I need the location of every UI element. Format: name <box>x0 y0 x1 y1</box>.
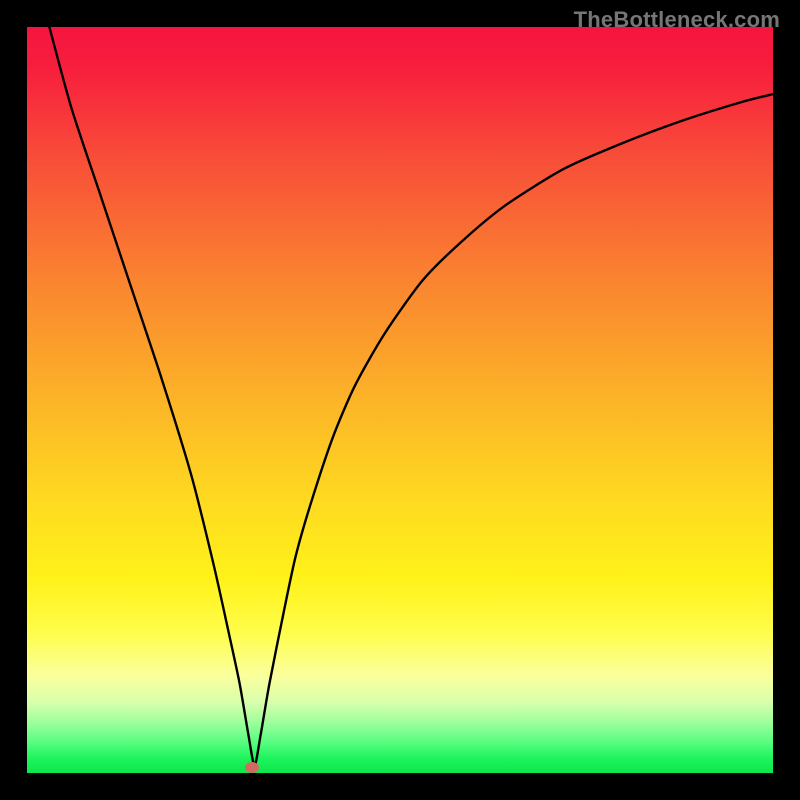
watermark-text: TheBottleneck.com <box>574 7 780 33</box>
bottleneck-curve <box>27 27 773 773</box>
plot-area <box>27 27 773 773</box>
chart-container: TheBottleneck.com <box>0 0 800 800</box>
